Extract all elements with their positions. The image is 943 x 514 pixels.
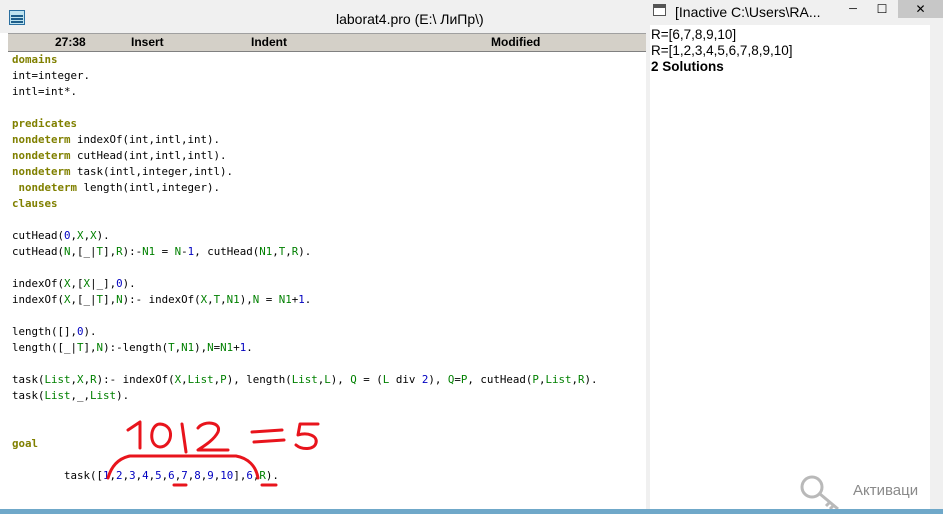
- output-title-bar[interactable]: [Inactive C:\Users\RA... ─ ☐ ✕: [646, 0, 943, 25]
- minimize-icon: ─: [849, 3, 857, 15]
- activation-watermark: Активаци: [796, 470, 943, 511]
- annotation-digit-2: [196, 421, 230, 452]
- editor-window: laborat4.pro (E:\ ЛиПр\) 27:38 Insert In…: [0, 0, 646, 509]
- console-icon[interactable]: [653, 4, 666, 16]
- annotation-digit-1: [126, 420, 142, 450]
- annotation-equals-bottom: [252, 438, 286, 444]
- annotation-slash: [180, 422, 188, 454]
- output-window: [Inactive C:\Users\RA... ─ ☐ ✕ R=[6,7,8,…: [646, 0, 943, 509]
- annotation-digit-5: [294, 422, 320, 450]
- output-scrollbar[interactable]: [930, 25, 943, 509]
- minimize-button[interactable]: ─: [839, 0, 867, 18]
- output-console[interactable]: R=[6,7,8,9,10] R=[1,2,3,4,5,6,7,8,9,10] …: [650, 25, 930, 509]
- maximize-icon: ☐: [876, 2, 888, 16]
- close-icon: ✕: [915, 2, 926, 16]
- annotation-bracket: [106, 454, 260, 480]
- maximize-button[interactable]: ☐: [868, 0, 896, 18]
- output-window-title: [Inactive C:\Users\RA...: [675, 4, 821, 20]
- close-button[interactable]: ✕: [898, 0, 943, 18]
- activation-text: Активаци: [853, 482, 919, 499]
- annotation-digit-0: [150, 422, 172, 449]
- annotation-equals-top: [250, 428, 284, 434]
- output-line: 2 Solutions: [651, 59, 724, 74]
- output-line: R=[6,7,8,9,10]: [651, 27, 737, 42]
- key-icon: [800, 475, 839, 511]
- output-line: R=[1,2,3,4,5,6,7,8,9,10]: [651, 43, 793, 58]
- handwritten-annotation: [106, 420, 320, 487]
